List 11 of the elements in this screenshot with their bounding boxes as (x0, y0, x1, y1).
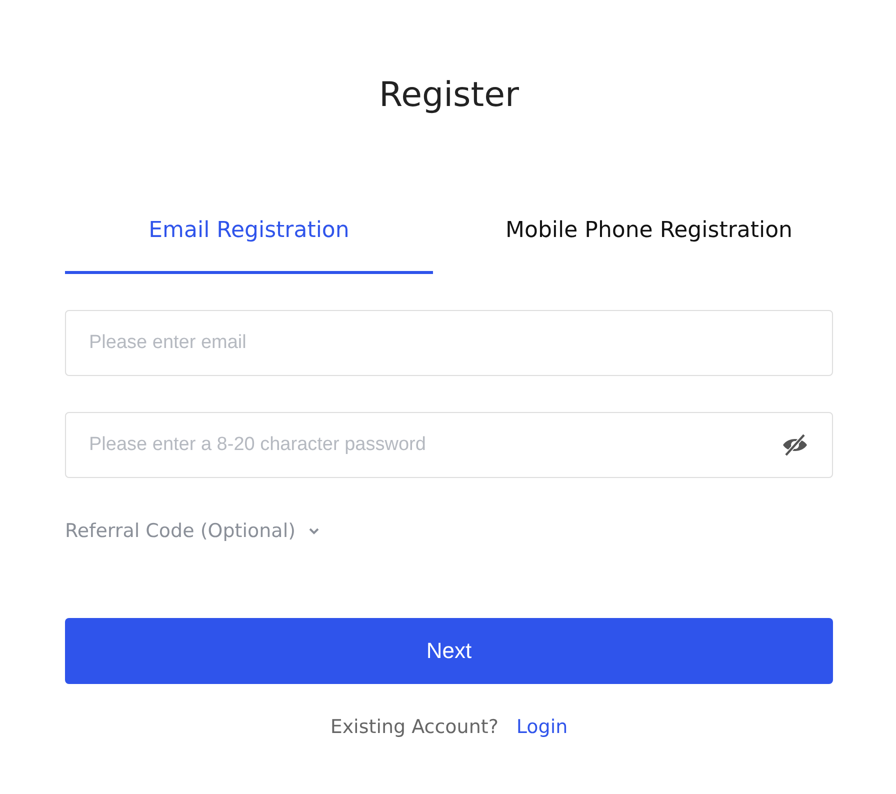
registration-tab[interactable]: Mobile Phone Registration (465, 190, 833, 274)
referral-code-toggle[interactable]: Referral Code (Optional) (65, 520, 296, 542)
eye-slash-icon[interactable] (782, 434, 808, 456)
chevron-icon[interactable] (308, 527, 320, 535)
page-title: Register (378, 74, 520, 117)
next-button[interactable]: Next (65, 618, 833, 684)
existing-account-text: Existing Account? (330, 716, 498, 738)
login-link[interactable]: Login (516, 716, 568, 738)
email-field[interactable]: Please enter email (65, 310, 833, 376)
registration-tab[interactable]: Email Registration (65, 190, 433, 274)
password-field[interactable]: Please enter a 8-20 character password (65, 412, 833, 478)
